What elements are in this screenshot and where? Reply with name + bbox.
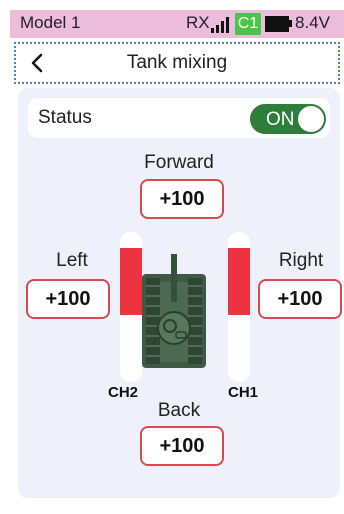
status-label: Status (38, 107, 92, 128)
page-title: Tank mixing (126, 52, 228, 73)
ch2-label: CH2 (108, 384, 139, 401)
ch1-label: CH1 (228, 384, 259, 401)
screen: Model 1 RX C1 8.4V Tank mixing Status ON… (0, 0, 344, 514)
ch2-bar-fill (120, 248, 142, 315)
battery-icon (265, 16, 289, 32)
channel-badge: C1 (235, 13, 261, 35)
ch1-bar (228, 232, 250, 382)
status-bar: Model 1 RX C1 8.4V (10, 10, 344, 38)
battery-voltage: 8.4V (295, 13, 330, 32)
left-value[interactable]: +100 (26, 279, 110, 319)
toggle-text: ON (266, 109, 295, 130)
status-row: Status ON (28, 98, 330, 138)
ch1-bar-fill (228, 248, 250, 315)
tank-mixing-panel: Status ON Forward +100 Left +100 Right +… (18, 88, 342, 498)
forward-label: Forward (144, 152, 214, 173)
left-label: Left (56, 250, 88, 271)
back-label: Back (157, 400, 201, 421)
ch2-bar (120, 232, 142, 382)
tank-icon (142, 254, 206, 368)
right-value[interactable]: +100 (258, 279, 342, 319)
right-label: Right (278, 250, 324, 271)
back-value[interactable]: +100 (140, 426, 224, 466)
toggle-knob (298, 106, 324, 132)
forward-value[interactable]: +100 (140, 179, 224, 219)
rx-label: RX (186, 13, 210, 32)
battery-tip (289, 20, 292, 27)
status-toggle[interactable]: ON (250, 104, 326, 134)
signal-icon (211, 17, 229, 33)
title-bar: Tank mixing (14, 42, 340, 84)
model-name: Model 1 (20, 13, 81, 32)
